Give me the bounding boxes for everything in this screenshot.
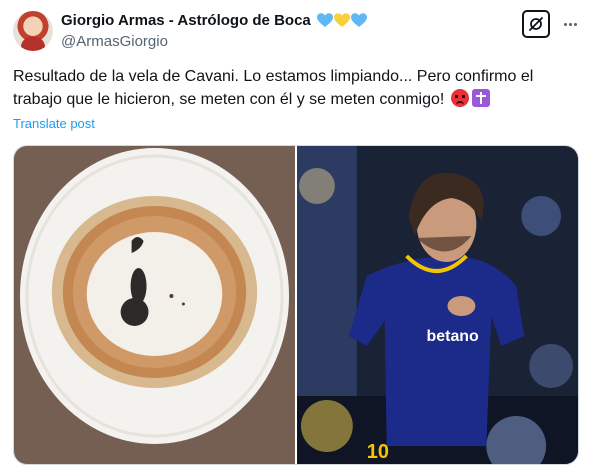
blue-heart-icon xyxy=(350,13,367,27)
jersey-number: 10 xyxy=(367,441,389,463)
author-name[interactable]: Giorgio Armas - Astrólogo de Boca xyxy=(61,12,311,29)
jersey-sponsor: betano xyxy=(427,328,479,345)
football-player-image: betano 10 xyxy=(297,146,578,464)
blue-heart-icon xyxy=(316,13,333,27)
media-image-candle-plate[interactable] xyxy=(14,146,295,464)
more-dots-icon xyxy=(568,22,572,26)
media-image-player[interactable]: betano 10 xyxy=(297,146,578,464)
yellow-heart-icon xyxy=(333,13,350,27)
media-grid: betano 10 xyxy=(13,145,579,465)
avatar[interactable] xyxy=(13,11,53,51)
post-text: Resultado de la vela de Cavani. Lo estam… xyxy=(13,65,583,111)
heart-emojis xyxy=(316,13,367,28)
more-dots-icon xyxy=(563,22,567,26)
more-options-button[interactable] xyxy=(560,16,580,32)
angry-face-icon xyxy=(450,89,469,107)
grok-button[interactable] xyxy=(522,10,550,38)
candle-wax-plate-image xyxy=(14,146,295,464)
author-handle[interactable]: @ArmasGiorgio xyxy=(61,33,168,50)
grok-icon xyxy=(529,17,543,31)
latin-cross-icon xyxy=(471,89,490,107)
more-dots-icon xyxy=(573,22,577,26)
translate-post-link[interactable]: Translate post xyxy=(13,116,95,131)
author-line: Giorgio Armas - Astrólogo de Boca xyxy=(61,12,367,29)
